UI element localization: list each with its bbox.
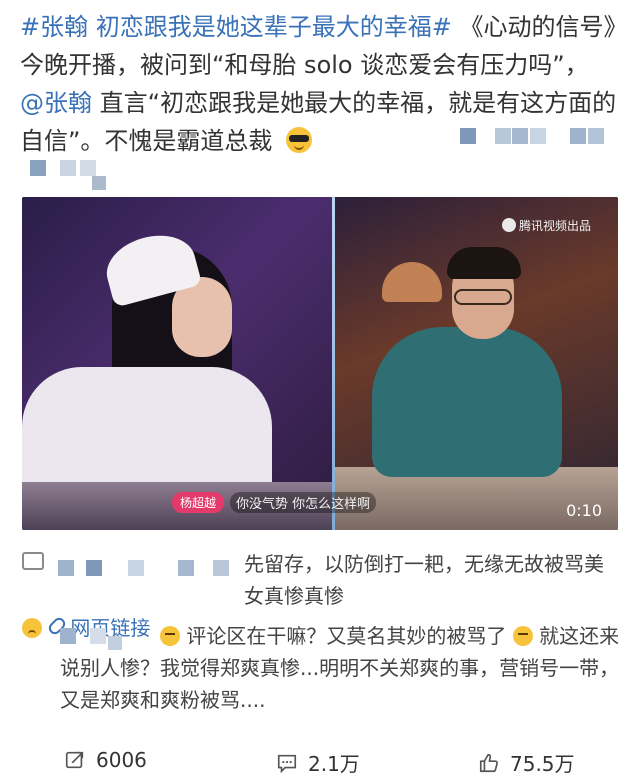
mention-link[interactable]: @张翰 xyxy=(20,89,92,117)
comment-button[interactable]: 2.1万 xyxy=(276,748,360,777)
glasses xyxy=(454,289,512,305)
video-subtitle: 杨超越 你没气势 你怎么这样啊 xyxy=(172,491,377,513)
video-duration: 0:10 xyxy=(566,501,602,520)
hashtag-link[interactable]: #张翰 初恋跟我是她这辈子最大的幸福# xyxy=(20,13,452,41)
repost-icon xyxy=(22,552,44,570)
thinking-emoji-icon xyxy=(160,626,180,646)
comment-text: 评论区在干嘛？又莫名其妙的被骂了 就这还来说别人惨？我觉得郑爽真惨...明明不关… xyxy=(60,620,620,716)
like-count: 75.5万 xyxy=(510,752,575,776)
share-icon xyxy=(65,751,84,769)
sad-emoji-icon xyxy=(22,618,42,638)
video-player[interactable]: 腾讯视频出品 杨超越 你没气势 你怎么这样啊 0:10 xyxy=(22,197,618,530)
repost-count: 6006 xyxy=(96,748,147,772)
sunglasses-emoji-icon xyxy=(286,127,313,153)
mosaic-blur-2 xyxy=(30,160,130,190)
like-button[interactable]: 75.5万 xyxy=(478,748,575,777)
thumbs-up-icon xyxy=(479,753,498,772)
comment-count: 2.1万 xyxy=(308,752,360,776)
man-body xyxy=(372,327,562,477)
comment-icon xyxy=(277,754,297,773)
repost-text-part1: 先留存，以防倒打一耙，无缘无故被骂美女真惨真惨 xyxy=(244,552,604,608)
tencent-video-icon xyxy=(502,218,516,232)
comment-text-part1: 评论区在干嘛？又莫名其妙的被骂了 xyxy=(186,624,507,648)
video-watermark: 腾讯视频出品 xyxy=(502,217,591,234)
man-hair xyxy=(447,247,521,279)
speaker-badge: 杨超越 xyxy=(172,491,225,513)
split-divider xyxy=(332,197,335,530)
mosaic-blur-1 xyxy=(420,128,620,158)
stats-bar: 6006 2.1万 75.5万 xyxy=(0,748,640,778)
thinking-emoji-icon-2 xyxy=(512,626,533,646)
repost-button[interactable]: 6006 xyxy=(64,748,147,772)
subtitle-text: 你没气势 你怎么这样啊 xyxy=(230,491,377,513)
mosaic-blur-3 xyxy=(58,560,248,580)
